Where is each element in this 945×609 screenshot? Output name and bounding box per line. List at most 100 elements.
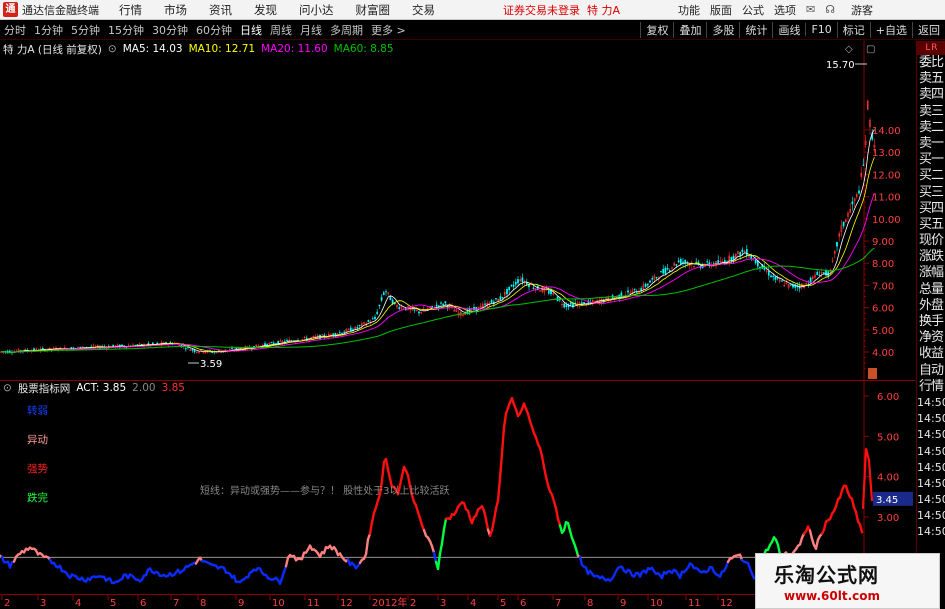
panel-badge[interactable]: L R xyxy=(917,41,945,55)
indicator-axis-label: 4.00 xyxy=(877,473,899,484)
menu-options[interactable]: 选项 xyxy=(774,2,796,18)
price-axis-label: 13.00 xyxy=(872,148,901,159)
panel-item[interactable]: 行情 xyxy=(917,379,945,395)
guest-user[interactable]: 游客 xyxy=(851,2,873,18)
panel-item[interactable]: 净资 xyxy=(917,330,945,346)
date-axis-label: 8 xyxy=(587,598,593,609)
panel-item[interactable]: 涨跌 xyxy=(917,249,945,265)
price-axis-label: 9.00 xyxy=(872,237,894,248)
date-axis-label: 3 xyxy=(40,598,46,609)
period-5min[interactable]: 5分钟 xyxy=(67,22,104,38)
candlestick-chart[interactable]: 14.00 13.00 12.00 11.00 10.00 9.00 8.00 7.00 6.0… xyxy=(0,41,915,381)
low-price-label: 3.59 xyxy=(200,359,222,370)
settings-icon[interactable]: ⊙ xyxy=(108,43,117,55)
date-axis-label: 4 xyxy=(75,598,81,609)
panel-item[interactable]: 收益 xyxy=(917,346,945,362)
panel-item[interactable]: 现价 xyxy=(917,233,945,249)
app-title: 通达信金融终端 xyxy=(22,3,99,17)
main-chart-info: 特 力A (日线 前复权) ⊙ MA5: 14.03 MA10: 12.71 M… xyxy=(0,42,400,56)
menu-discover[interactable]: 发现 xyxy=(254,2,277,18)
panel-item[interactable]: 外盘 xyxy=(917,298,945,314)
f10-button[interactable]: F10 xyxy=(805,23,836,36)
panel-item[interactable]: 委比 xyxy=(917,55,945,71)
diamond-icon[interactable]: ◇ xyxy=(845,44,853,55)
panel-item[interactable]: 14:50 xyxy=(917,524,945,540)
panel-item[interactable]: 卖五 xyxy=(917,71,945,87)
date-axis-label: 8 xyxy=(200,598,206,609)
panel-item[interactable]: 14:50 xyxy=(917,476,945,492)
panel-item[interactable]: 买三 xyxy=(917,185,945,201)
price-axis-label: 10.00 xyxy=(872,215,901,226)
trade-login-warning[interactable]: 证券交易未登录 特 力A xyxy=(503,2,620,18)
headset-icon[interactable]: ☊ xyxy=(825,3,835,16)
panel-item[interactable]: 买五 xyxy=(917,217,945,233)
panel-item[interactable]: 买一 xyxy=(917,152,945,168)
stock-title: 特 力A (日线 前复权) xyxy=(3,43,102,56)
indicator-settings-icon[interactable]: ⊙ xyxy=(3,382,12,394)
period-30min[interactable]: 30分钟 xyxy=(148,22,192,38)
message-icon[interactable]: ✉ xyxy=(806,3,815,16)
statistics-button[interactable]: 统计 xyxy=(739,21,772,38)
date-axis-label: 10 xyxy=(650,598,663,609)
ma10-value: MA10: 12.71 xyxy=(188,43,256,55)
mark-button[interactable]: 标记 xyxy=(836,21,870,38)
panel-item[interactable]: 14:50 xyxy=(917,395,945,411)
date-axis-label: 9 xyxy=(238,598,244,609)
menu-ask-assistant[interactable]: 问小达 xyxy=(299,2,334,18)
date-axis-label: 6 xyxy=(140,598,146,609)
panel-item[interactable]: 14:50 xyxy=(917,492,945,508)
price-axis-label: 5.00 xyxy=(872,326,894,337)
ma5-value: MA5: 14.03 xyxy=(122,43,183,55)
period-15min[interactable]: 15分钟 xyxy=(104,22,148,38)
panel-item[interactable]: 自动 xyxy=(917,363,945,379)
indicator-axis-label: 3.00 xyxy=(877,513,899,524)
panel-item[interactable]: 14:50 xyxy=(917,508,945,524)
panel-item[interactable]: 卖一 xyxy=(917,136,945,152)
scroll-marker-icon[interactable] xyxy=(868,368,877,379)
date-axis-label: 11 xyxy=(307,598,320,609)
menu-functions[interactable]: 功能 xyxy=(678,2,700,18)
period-tick[interactable]: 分时 xyxy=(0,22,30,38)
menu-market-quotes[interactable]: 行情 xyxy=(119,2,142,18)
indicator-act: ACT: 3.85 xyxy=(76,382,127,394)
date-axis-label: 12 xyxy=(720,598,733,609)
indicator-axis-label: 5.00 xyxy=(877,432,899,443)
back-button[interactable]: 返回 xyxy=(912,21,945,38)
menu-layout[interactable]: 版面 xyxy=(710,2,732,18)
panel-item[interactable]: 14:50 xyxy=(917,411,945,427)
menu-wealth-circle[interactable]: 财富圈 xyxy=(356,2,391,18)
add-watchlist-button[interactable]: +自选 xyxy=(869,21,912,38)
site-watermark: 乐淘公式网 www.60lt.com xyxy=(755,553,940,609)
panel-item[interactable]: 14:50 xyxy=(917,460,945,476)
period-60min[interactable]: 60分钟 xyxy=(192,22,236,38)
period-daily[interactable]: 日线 xyxy=(236,22,266,38)
panel-item[interactable]: 卖四 xyxy=(917,87,945,103)
panel-item[interactable]: 卖二 xyxy=(917,120,945,136)
menu-market[interactable]: 市场 xyxy=(164,2,187,18)
panel-item[interactable]: 买二 xyxy=(917,168,945,184)
adjust-button[interactable]: 复权 xyxy=(640,21,673,38)
period-multi[interactable]: 多周期 xyxy=(326,22,367,38)
date-axis-label: 10 xyxy=(272,598,285,609)
panel-item[interactable]: 涨幅 xyxy=(917,265,945,281)
square-icon[interactable]: ▢ xyxy=(866,44,875,55)
panel-item[interactable]: 换手 xyxy=(917,314,945,330)
draw-line-button[interactable]: 画线 xyxy=(772,21,805,38)
period-1min[interactable]: 1分钟 xyxy=(30,22,67,38)
watermark-title: 乐淘公式网 xyxy=(774,563,879,587)
panel-item[interactable]: 14:50 xyxy=(917,444,945,460)
menu-news[interactable]: 资讯 xyxy=(209,2,232,18)
menu-formula[interactable]: 公式 xyxy=(742,2,764,18)
price-axis-label: 8.00 xyxy=(872,259,894,270)
multi-stock-button[interactable]: 多股 xyxy=(706,21,739,38)
overlay-button[interactable]: 叠加 xyxy=(673,21,706,38)
period-monthly[interactable]: 月线 xyxy=(296,22,326,38)
panel-item[interactable]: 卖三 xyxy=(917,104,945,120)
date-axis-label: 5 xyxy=(110,598,116,609)
period-more[interactable]: 更多 > xyxy=(367,22,410,38)
menu-trade[interactable]: 交易 xyxy=(412,2,435,18)
panel-item[interactable]: 买四 xyxy=(917,201,945,217)
panel-item[interactable]: 14:50 xyxy=(917,427,945,443)
period-weekly[interactable]: 周线 xyxy=(266,22,296,38)
panel-item[interactable]: 总量 xyxy=(917,282,945,298)
